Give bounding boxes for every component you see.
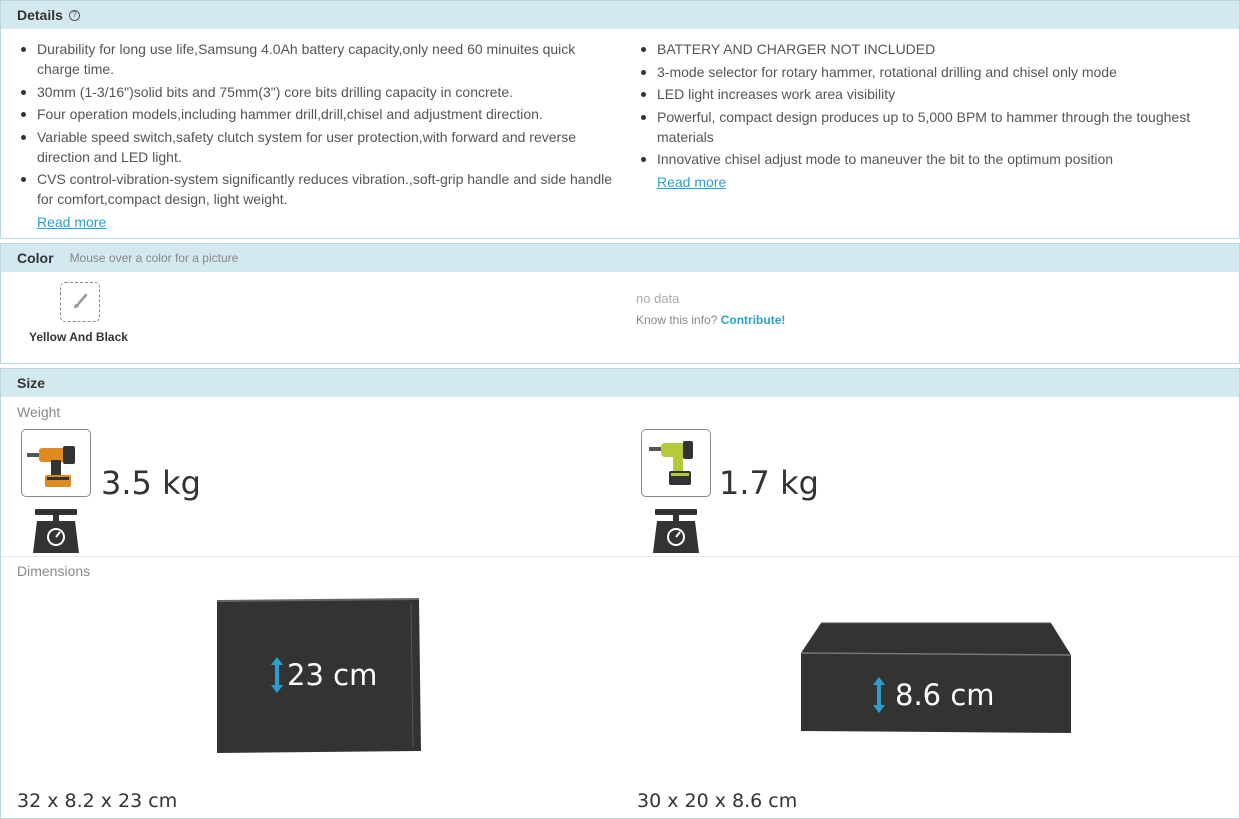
dimensions-value-right: 30 x 20 x 8.6 cm [637,790,798,812]
details-right-item: 3-mode selector for rotary hammer, rotat… [637,62,1227,82]
contribute-link[interactable]: Contribute! [721,313,786,327]
details-left-column: Durability for long use life,Samsung 4.0… [17,39,617,232]
dimension-box-left: 23 cm [216,598,421,753]
details-right-item: Powerful, compact design produces up to … [637,107,1227,147]
details-left-item: Durability for long use life,Samsung 4.0… [17,39,617,79]
color-header: Color Mouse over a color for a picture [1,244,1239,272]
hammer-drill-orange-icon [27,446,75,487]
read-more-link-left[interactable]: Read more [17,212,617,232]
height-label-left: 23 cm [287,658,377,692]
read-more-link-right[interactable]: Read more [637,172,1227,192]
product-thumbnail-right[interactable] [641,429,711,497]
divider [1,556,1239,557]
dimensions-value-left: 32 x 8.2 x 23 cm [17,790,178,812]
color-title: Color [17,250,54,266]
details-left-item: Four operation models,including hammer d… [17,104,617,124]
product-thumbnail-left[interactable] [21,429,91,497]
details-title: Details [17,7,63,23]
color-swatch[interactable] [60,282,100,322]
swatch-name: Yellow And Black [29,330,128,344]
no-data-text: no data [636,291,680,306]
size-title: Size [17,375,46,391]
size-panel: Size Weight 3.5 kg 1.7 kg Dimensions 23 … [0,368,1240,819]
scale-icon [33,509,79,553]
details-left-item: Variable speed switch,safety clutch syst… [17,127,617,167]
weight-label: Weight [17,404,61,420]
know-prefix: Know this info? [636,313,718,327]
dimensions-label: Dimensions [17,563,91,579]
color-subtitle: Mouse over a color for a picture [69,251,239,265]
hammer-drill-green-icon [649,441,693,485]
details-right-item: BATTERY AND CHARGER NOT INCLUDED [637,39,1227,59]
help-icon[interactable]: ? [68,9,80,21]
know-info: Know this info? Contribute! [636,313,785,327]
weight-value-right: 1.7 kg [719,464,819,502]
details-header: Details ? [1,1,1239,29]
details-right-column: BATTERY AND CHARGER NOT INCLUDED 3-mode … [637,39,1227,192]
weight-value-left: 3.5 kg [101,464,201,502]
details-left-item: 30mm (1-3/16")solid bits and 75mm(3") co… [17,82,617,102]
details-left-item: CVS control-vibration-system significant… [17,169,617,209]
height-label-right: 8.6 cm [895,678,995,712]
details-right-item: Innovative chisel adjust mode to maneuve… [637,149,1227,169]
details-right-item: LED light increases work area visibility [637,84,1227,104]
color-panel: Color Mouse over a color for a picture Y… [0,243,1240,364]
details-panel: Details ? Durability for long use life,S… [0,0,1240,239]
scale-icon [653,509,699,553]
paintbrush-icon [74,293,88,308]
size-header: Size [1,369,1239,397]
dimension-box-right: 8.6 cm [800,622,1072,733]
